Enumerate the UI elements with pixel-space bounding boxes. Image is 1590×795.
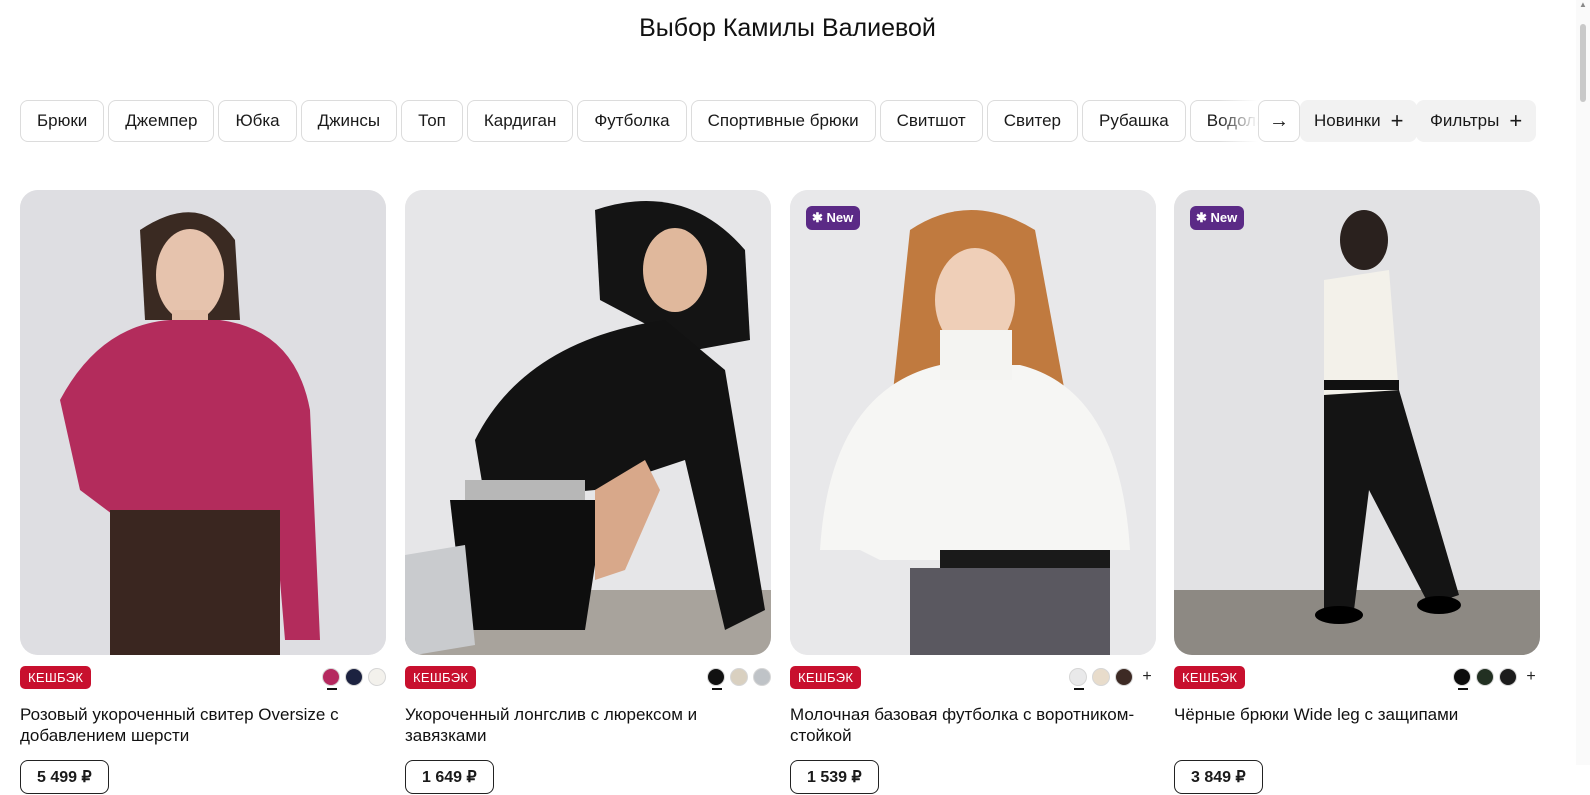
scrollbar[interactable]: ▲ [1576,0,1590,765]
product-card[interactable]: КЕШБЭК Розовый укороченный свитер Oversi… [20,190,386,794]
color-swatch[interactable] [1115,668,1133,686]
category-chip[interactable]: Джемпер [108,100,215,142]
category-chip[interactable]: Спортивные брюки [690,100,876,142]
chips-next-button[interactable]: → [1258,100,1300,142]
category-chip[interactable]: Джинсы [300,100,398,142]
product-photo[interactable]: ✱ New [1174,190,1540,655]
new-badge: ✱ New [806,206,861,230]
more-colors-icon[interactable]: + [1138,668,1156,686]
product-card[interactable]: ✱ New КЕШБЭК + Чёрные брюки Wide leg с з… [1174,190,1540,794]
chips-fade [1218,100,1258,144]
product-name[interactable]: Чёрные брюки Wide leg с защипами [1174,704,1524,746]
plus-icon: + [1390,108,1404,133]
color-swatches: + [1453,668,1540,690]
color-swatches: + [1069,668,1156,690]
color-swatch[interactable] [1069,668,1087,690]
product-photo[interactable] [20,190,386,655]
product-photo[interactable] [405,190,771,655]
new-arrivals-button[interactable]: Новинки + [1300,100,1418,142]
product-card[interactable]: КЕШБЭК Укороченный лонгслив с люрексом и… [405,190,771,794]
color-swatch[interactable] [707,668,725,690]
color-swatch[interactable] [345,668,363,686]
price-button[interactable]: 3 849 ₽ [1174,760,1263,794]
category-chip[interactable]: Юбка [218,100,297,142]
plus-icon: + [1509,108,1523,133]
more-colors-icon[interactable]: + [1522,668,1540,686]
product-photo[interactable]: ✱ New [790,190,1156,655]
new-arrivals-label: Новинки [1314,111,1381,130]
product-name[interactable]: Укороченный лонгслив с люрексом и завязк… [405,704,755,746]
scroll-up-icon[interactable]: ▲ [1579,0,1587,9]
filters-label: Фильтры [1430,111,1500,130]
category-chip[interactable]: Свитер [986,100,1079,142]
price-button[interactable]: 1 649 ₽ [405,760,494,794]
category-chip[interactable]: Рубашка [1082,100,1186,142]
color-swatch[interactable] [730,668,748,686]
cashback-badge: КЕШБЭК [405,666,477,689]
product-card[interactable]: ✱ New КЕШБЭК + Молочная базовая футболка… [790,190,1156,794]
cashback-badge: КЕШБЭК [1174,666,1246,689]
cashback-badge: КЕШБЭК [20,666,92,689]
page-title: Выбор Камилы Валиевой [639,14,936,42]
category-chip[interactable]: Кардиган [466,100,574,142]
cashback-badge: КЕШБЭК [790,666,862,689]
scrollbar-thumb[interactable] [1580,24,1586,102]
color-swatch[interactable] [322,668,340,690]
category-chip[interactable]: Свитшот [879,100,983,142]
color-swatch[interactable] [1092,668,1110,686]
price-button[interactable]: 1 539 ₽ [790,760,879,794]
product-name[interactable]: Розовый укороченный свитер Oversize с до… [20,704,370,746]
new-badge: ✱ New [1190,206,1245,230]
color-swatch[interactable] [1499,668,1517,686]
category-chips: Брюки Джемпер Юбка Джинсы Топ Кардиган Футболк… [20,100,1258,144]
color-swatches [322,668,386,690]
category-chip[interactable]: Футболка [577,100,687,142]
color-swatch[interactable] [368,668,386,686]
filters-button[interactable]: Фильтры + [1416,100,1537,142]
price-button[interactable]: 5 499 ₽ [20,760,109,794]
category-chip[interactable]: Брюки [20,100,105,142]
color-swatch[interactable] [1453,668,1471,690]
color-swatches [707,668,771,690]
color-swatch[interactable] [753,668,771,686]
arrow-right-icon: → [1269,109,1289,132]
product-name[interactable]: Молочная базовая футболка с воротником-с… [790,704,1140,746]
category-chip[interactable]: Топ [401,100,463,142]
color-swatch[interactable] [1476,668,1494,686]
